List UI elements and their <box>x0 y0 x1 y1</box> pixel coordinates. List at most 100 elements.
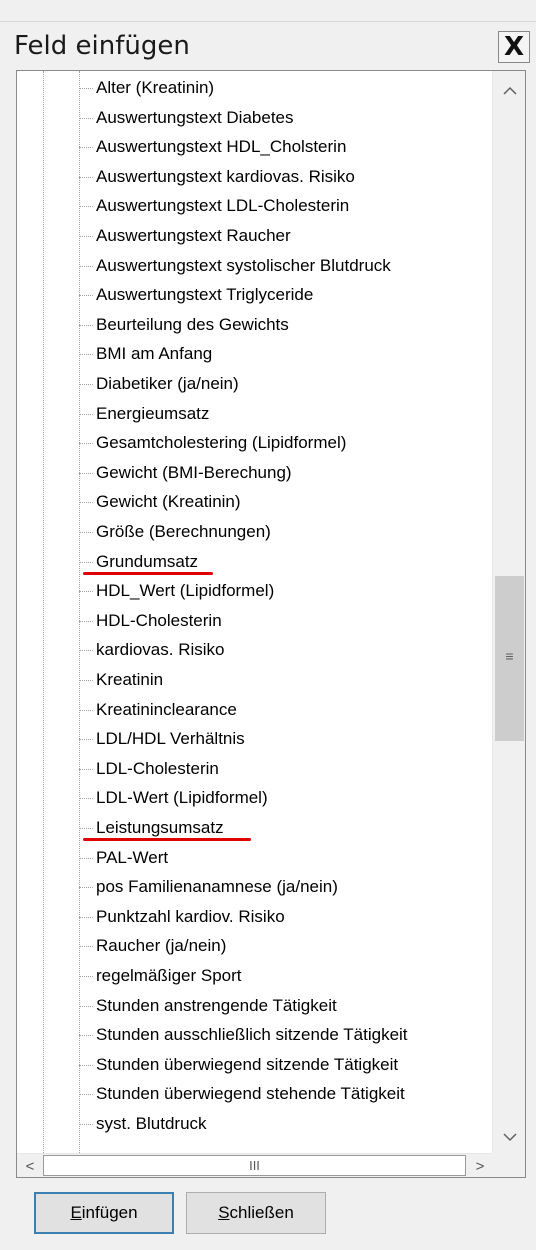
tree-item-label: regelmäßiger Sport <box>96 966 242 985</box>
tree-item-label: Auswertungstext kardiovas. Risiko <box>96 166 355 186</box>
tree-connector <box>79 354 93 356</box>
tree-item[interactable]: pos Familienanamnese (ja/nein) <box>79 872 338 902</box>
tree-item[interactable]: Gesamtcholestering (Lipidformel) <box>79 428 346 458</box>
red-underline-mark <box>83 838 251 841</box>
tree-item-label: Gewicht (Kreatinin) <box>96 492 241 512</box>
vertical-scroll-thumb[interactable]: ≡ <box>495 576 524 741</box>
tree-connector <box>79 887 93 889</box>
tree-item[interactable]: Auswertungstext kardiovas. Risiko <box>79 162 355 192</box>
tree-item-label: Größe (Berechnungen) <box>96 522 271 541</box>
tree-item-label: LDL/HDL Verhältnis <box>96 729 245 749</box>
tree-item-label: Stunden ausschließlich sitzende Tätigkei… <box>96 1025 408 1045</box>
insert-button-label: Einfügen <box>70 1203 138 1222</box>
tree-item[interactable]: Kreatininclearance <box>79 695 237 725</box>
tree-item[interactable]: Diabetiker (ja/nein) <box>79 369 239 399</box>
tree-item-label: PAL-Wert <box>96 847 169 867</box>
tree-item[interactable]: Punktzahl kardiov. Risiko <box>79 902 285 932</box>
tree-item-label: Auswertungstext systolischer Blutdruck <box>96 255 391 275</box>
tree-item[interactable]: Auswertungstext systolischer Blutdruck <box>79 251 391 281</box>
tree-item-label: Punktzahl kardiov. Risiko <box>96 906 285 926</box>
tree-item-label: LDL-Wert (Lipidformel) <box>96 788 268 808</box>
tree-item-label: Grundumsatz <box>96 551 199 571</box>
tree-item[interactable]: Raucher (ja/nein) <box>79 931 226 961</box>
insert-button[interactable]: Einfügen <box>34 1192 174 1234</box>
tree-item-label: Auswertungstext LDL-Cholesterin <box>96 196 350 216</box>
tree-item-label: LDL-Cholesterin <box>96 758 219 778</box>
tree-connector <box>79 1005 93 1007</box>
tree-connector <box>79 472 93 474</box>
tree-connector <box>79 384 93 386</box>
tree-connector <box>79 1035 93 1037</box>
tree-item[interactable]: Beurteilung des Gewichts <box>79 310 289 340</box>
tree-item[interactable]: Stunden überwiegend stehende Tätigkeit <box>79 1079 405 1109</box>
tree-connector <box>79 532 93 534</box>
tree-connector <box>79 206 93 208</box>
tree-item[interactable]: Auswertungstext HDL_Cholsterin <box>79 132 346 162</box>
tree-connector <box>79 443 93 445</box>
tree-item-label: Raucher (ja/nein) <box>96 936 227 956</box>
tree-item-label: Alter (Kreatinin) <box>96 78 215 97</box>
tree-connector <box>79 828 93 830</box>
close-dialog-button[interactable]: Schließen <box>186 1192 326 1234</box>
tree-connector <box>79 324 93 326</box>
scroll-up-icon[interactable] <box>493 75 525 105</box>
tree-item[interactable]: Auswertungstext Triglyceride <box>79 280 313 310</box>
tree-item-label: Diabetiker (ja/nein) <box>96 374 239 393</box>
tree-connector <box>79 680 93 682</box>
field-tree[interactable]: Alter (Kreatinin) Auswertungstext Diabete… <box>16 70 526 1178</box>
tree-item[interactable]: Kreatinin <box>79 665 163 695</box>
tree-connector <box>79 946 93 948</box>
tree-item[interactable]: HDL_Wert (Lipidformel) <box>79 576 274 606</box>
close-button[interactable]: X <box>498 31 530 63</box>
tree-connector <box>79 798 93 800</box>
tree-item[interactable]: Energieumsatz <box>79 399 209 429</box>
tree-guide-line <box>43 71 44 1153</box>
tree-item-label: syst. Blutdruck <box>96 1114 207 1133</box>
tree-item[interactable]: Stunden überwiegend sitzende Tätigkeit <box>79 1050 398 1080</box>
window-top-strip <box>0 0 536 22</box>
tree-item[interactable]: Gewicht (Kreatinin) <box>79 487 241 517</box>
dialog-title: Feld einfügen <box>14 31 190 61</box>
tree-item[interactable]: kardiovas. Risiko <box>79 635 225 665</box>
tree-item[interactable]: Auswertungstext LDL-Cholesterin <box>79 191 349 221</box>
tree-item-label: BMI am Anfang <box>96 344 213 364</box>
tree-item-label: Auswertungstext HDL_Cholsterin <box>96 137 347 157</box>
tree-connector <box>79 295 93 297</box>
tree-item[interactable]: Auswertungstext Raucher <box>79 221 291 251</box>
tree-item[interactable]: HDL-Cholesterin <box>79 606 222 636</box>
tree-item[interactable]: Alter (Kreatinin) <box>79 73 214 103</box>
tree-item[interactable]: Größe (Berechnungen) <box>79 517 271 547</box>
tree-connector <box>79 1124 93 1126</box>
tree-item[interactable]: LDL-Cholesterin <box>79 754 219 784</box>
tree-item-label: Gesamtcholestering (Lipidformel) <box>96 433 347 453</box>
tree-item-label: kardiovas. Risiko <box>96 640 225 660</box>
horizontal-scroll-thumb[interactable]: III <box>43 1155 466 1176</box>
red-underline-mark <box>83 571 213 575</box>
tree-item-label: Stunden überwiegend stehende Tätigkeit <box>96 1084 405 1104</box>
tree-connector <box>79 265 93 267</box>
tree-connector <box>79 88 93 90</box>
tree-item-label: Auswertungstext Raucher <box>96 226 291 245</box>
tree-item[interactable]: regelmäßiger Sport <box>79 961 242 991</box>
scroll-left-icon[interactable]: < <box>18 1154 42 1177</box>
tree-item[interactable]: syst. Blutdruck <box>79 1109 207 1139</box>
tree-item[interactable]: Gewicht (BMI-Berechung) <box>79 458 292 488</box>
tree-connector <box>79 147 93 149</box>
tree-item[interactable]: PAL-Wert <box>79 843 168 873</box>
scroll-down-icon[interactable] <box>493 1122 525 1152</box>
tree-item-label: Kreatinin <box>96 670 164 689</box>
tree-item-label: Auswertungstext Diabetes <box>96 107 294 127</box>
tree-item[interactable]: Stunden anstrengende Tätigkeit <box>79 991 337 1021</box>
tree-connector <box>79 857 93 859</box>
tree-connector <box>79 591 93 593</box>
scroll-right-icon[interactable]: > <box>468 1154 492 1177</box>
tree-item-label: Kreatininclearance <box>96 699 237 719</box>
tree-item[interactable]: Auswertungstext Diabetes <box>79 103 294 133</box>
tree-connector <box>79 739 93 741</box>
tree-item[interactable]: LDL/HDL Verhältnis <box>79 724 245 754</box>
vertical-scrollbar[interactable]: ≡ <box>492 71 525 1154</box>
tree-item[interactable]: Stunden ausschließlich sitzende Tätigkei… <box>79 1020 408 1050</box>
tree-item[interactable]: LDL-Wert (Lipidformel) <box>79 783 268 813</box>
tree-item[interactable]: BMI am Anfang <box>79 339 212 369</box>
horizontal-scrollbar[interactable]: < III > <box>17 1153 492 1177</box>
